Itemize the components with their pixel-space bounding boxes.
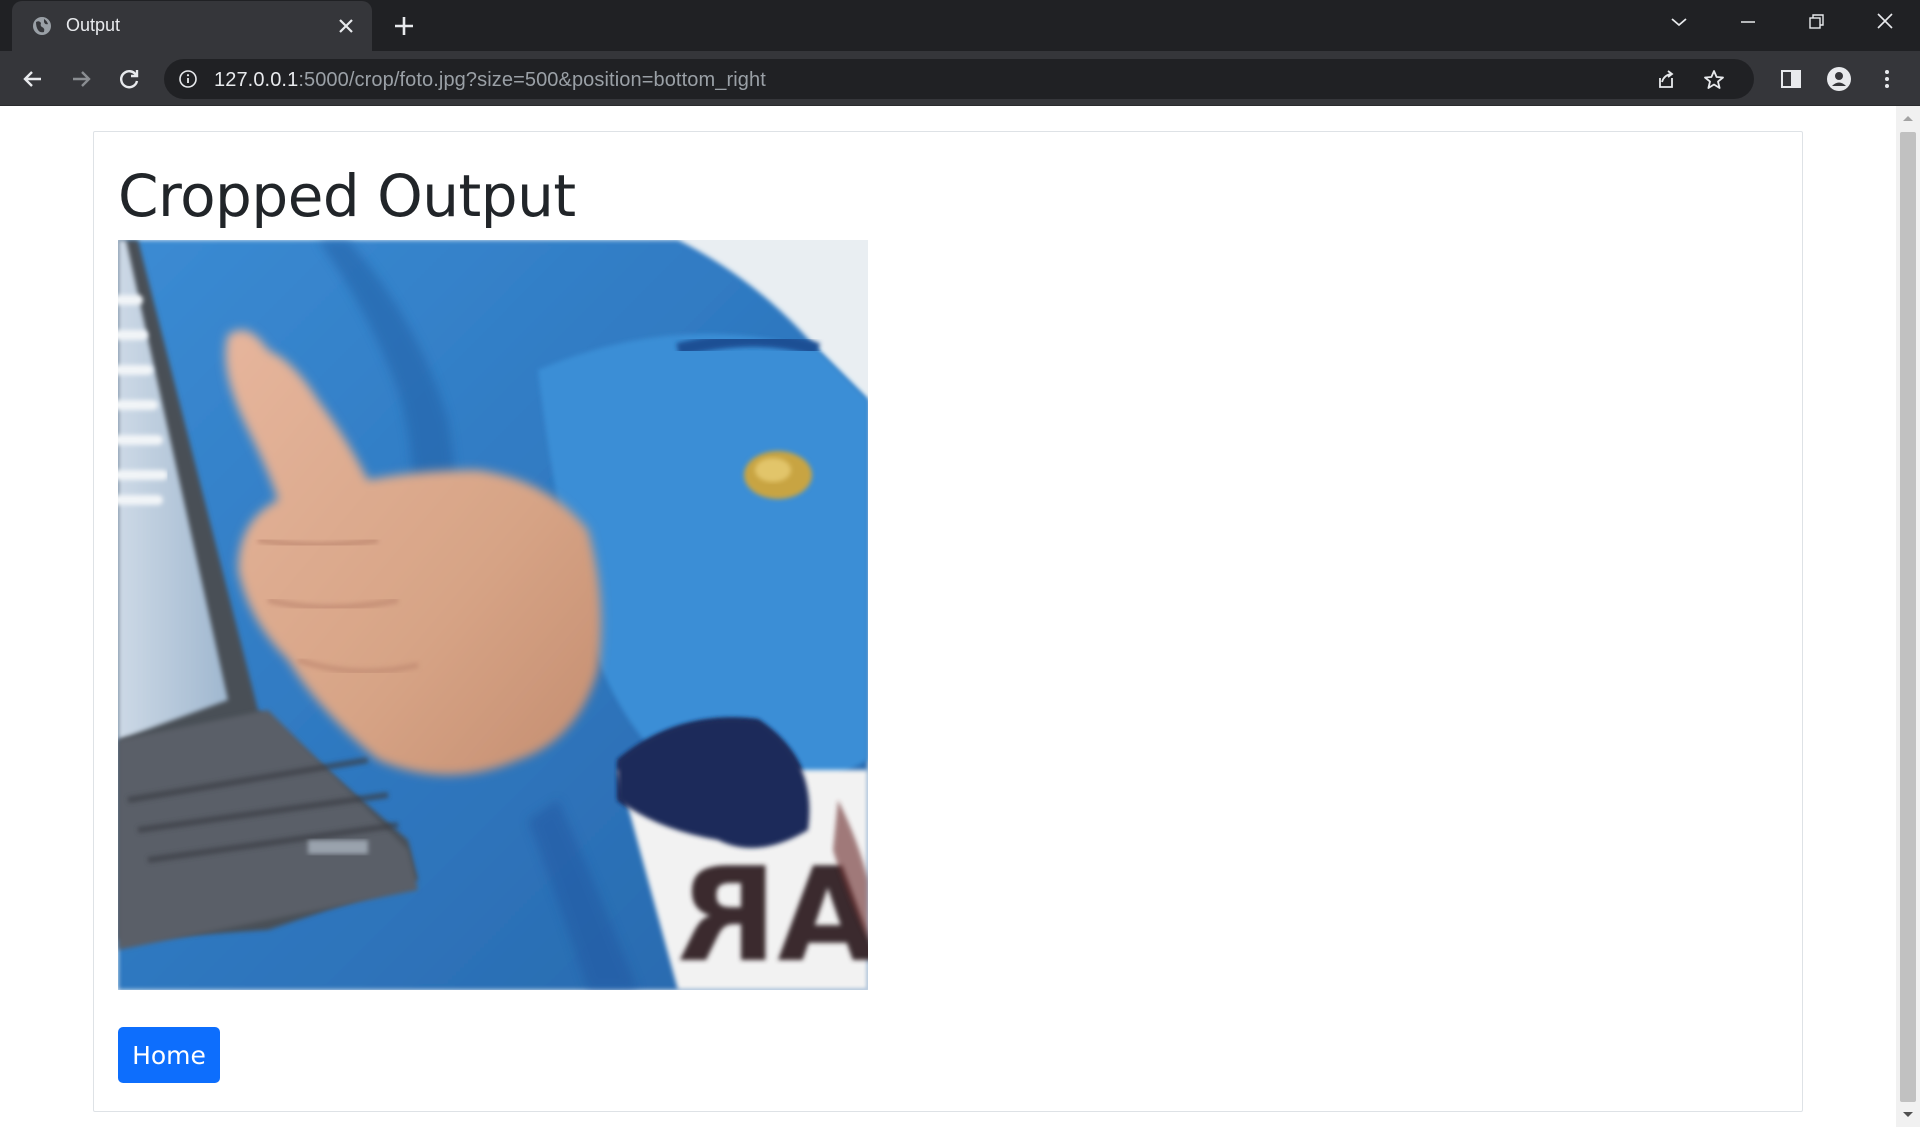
new-tab-plus-icon[interactable] xyxy=(390,12,418,40)
vertical-scrollbar[interactable] xyxy=(1896,106,1920,1127)
browser-toolbar: 127.0.0.1:5000/crop/foto.jpg?size=500&po… xyxy=(0,51,1920,106)
close-tab-icon[interactable] xyxy=(334,14,358,38)
profile-icon[interactable] xyxy=(1825,65,1853,93)
forward-arrow-icon[interactable] xyxy=(67,65,95,93)
content-card: Cropped Output AR Home xyxy=(93,131,1803,1112)
reload-icon[interactable] xyxy=(115,65,143,93)
url-text[interactable]: 127.0.0.1:5000/crop/foto.jpg?size=500&po… xyxy=(214,69,766,92)
globe-icon xyxy=(33,17,51,35)
back-arrow-icon[interactable] xyxy=(19,65,47,93)
url-host: 127.0.0.1 xyxy=(214,69,299,91)
kebab-menu-icon[interactable] xyxy=(1873,65,1901,93)
scrollbar-thumb[interactable] xyxy=(1900,132,1916,1102)
close-window-icon[interactable] xyxy=(1870,10,1900,34)
scroll-down-arrow-icon[interactable] xyxy=(1896,1103,1920,1127)
share-icon[interactable] xyxy=(1654,68,1678,92)
cropped-photo: AR xyxy=(118,240,868,990)
cropped-photo-graphic: AR xyxy=(118,240,868,990)
restore-icon[interactable] xyxy=(1801,10,1831,34)
scroll-up-arrow-icon[interactable] xyxy=(1896,106,1920,130)
page-title: Cropped Output xyxy=(118,162,576,230)
browser-tab-output[interactable]: Output xyxy=(12,1,372,51)
minimize-icon[interactable] xyxy=(1733,10,1763,34)
home-button[interactable]: Home xyxy=(118,1027,220,1083)
tab-title: Output xyxy=(66,15,121,35)
side-panel-icon[interactable] xyxy=(1777,65,1805,93)
browser-tabstrip: Output xyxy=(0,0,1920,51)
tab-search-chevron-icon[interactable] xyxy=(1664,10,1694,34)
url-path: :5000/crop/foto.jpg?size=500&position=bo… xyxy=(298,69,766,91)
star-icon[interactable] xyxy=(1702,68,1726,92)
site-info-icon[interactable] xyxy=(178,69,198,89)
address-bar[interactable]: 127.0.0.1:5000/crop/foto.jpg?size=500&po… xyxy=(164,59,1754,99)
page-viewport: Cropped Output AR Home xyxy=(0,106,1896,1127)
